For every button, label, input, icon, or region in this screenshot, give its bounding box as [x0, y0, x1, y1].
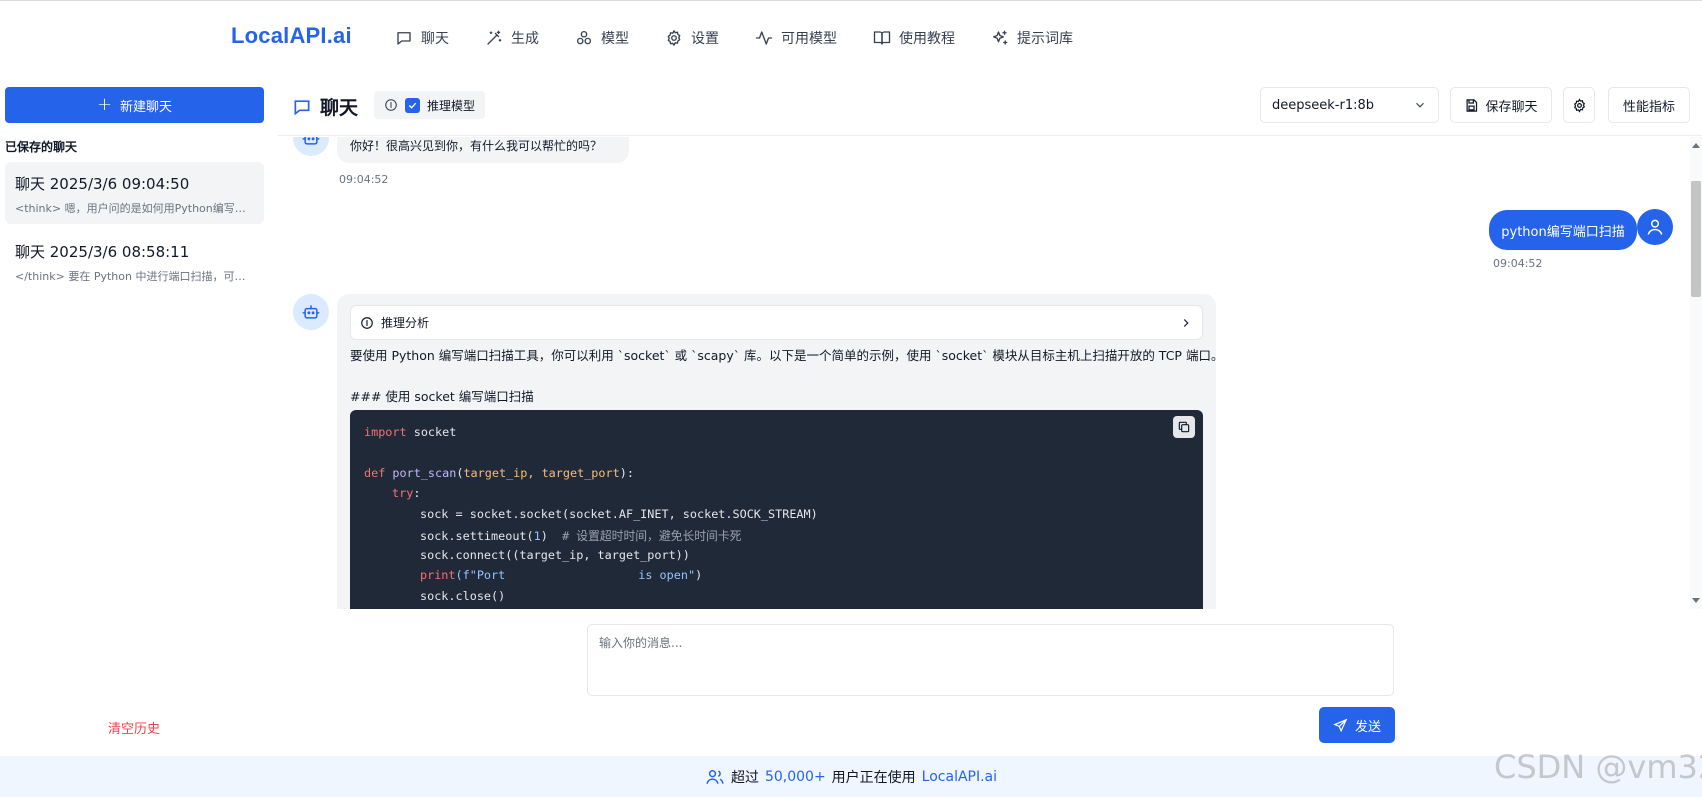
chat-icon [395, 29, 413, 47]
nav-prompt-library[interactable]: 提示词库 [991, 26, 1073, 50]
send-icon [1333, 718, 1348, 733]
bot-avatar [293, 137, 329, 156]
info-icon [384, 98, 398, 112]
nav-chat[interactable]: 聊天 [395, 26, 449, 50]
scroll-up-arrow[interactable] [1692, 143, 1700, 148]
bot-message-bubble: 你好！很高兴见到你，有什么我可以帮忙的吗？ [337, 137, 629, 163]
chat-header: 聊天 推理模型 deepseek-r1:8b 保存聊天 性能指标 [278, 74, 1702, 136]
main-nav: 聊天 生成 模型 设置 可用模型 使用教程 提示词库 [395, 26, 1073, 50]
copy-icon [1177, 420, 1191, 434]
nav-generate[interactable]: 生成 [485, 26, 539, 50]
footer-banner: 超过 50,000+ 用户正在使用 LocalAPI.ai [0, 756, 1702, 797]
saved-chats-heading: 已保存的聊天 [5, 140, 78, 154]
scroll-down-arrow[interactable] [1692, 598, 1700, 603]
save-icon [1464, 98, 1479, 113]
message-list: 你好！很高兴见到你，有什么我可以帮忙的吗？ 09:04:52 python编写端… [278, 137, 1692, 609]
chat-icon [292, 97, 312, 117]
bot-message-text: 你好！很高兴见到你，有什么我可以帮忙的吗？ [350, 139, 603, 153]
model-select[interactable]: deepseek-r1:8b [1260, 87, 1439, 123]
new-chat-button[interactable]: + 新建聊天 [5, 87, 264, 123]
brand-logo[interactable]: LocalAPI.ai [231, 23, 352, 49]
code-line: sock = socket.socket(socket.AF_INET, soc… [420, 507, 818, 521]
activity-icon [755, 29, 773, 47]
nav-models[interactable]: 模型 [575, 26, 629, 50]
book-icon [873, 29, 891, 47]
code-line: import socket [364, 425, 457, 439]
performance-metrics-button[interactable]: 性能指标 [1608, 87, 1690, 123]
nav-available-models[interactable]: 可用模型 [755, 26, 837, 50]
nav-settings[interactable]: 设置 [665, 26, 719, 50]
reasoning-checkbox[interactable] [405, 97, 420, 113]
sparkles-icon [991, 29, 1009, 47]
saved-chat-preview: </think> 要在 Python 中进行端口扫描，可以... [15, 270, 254, 283]
users-icon [705, 767, 725, 787]
message-time: 09:04:52 [339, 173, 389, 186]
chevron-down-icon [1413, 98, 1427, 112]
gear-icon [1572, 97, 1587, 113]
bot-message-bubble: 推理分析 要使用 Python 编写端口扫描工具，你可以利用 `socket` … [337, 294, 1223, 609]
user-message-bubble: python编写端口扫描 [1489, 210, 1637, 250]
code-line: sock.connect((target_ip, target_port)) [420, 548, 690, 562]
nav-tutorial[interactable]: 使用教程 [873, 26, 955, 50]
user-avatar [1637, 209, 1673, 245]
plus-icon: + [96, 94, 113, 115]
code-line: print(f"Port is open") [420, 568, 703, 582]
user-icon [1645, 217, 1665, 237]
code-line: sock.close() [420, 589, 506, 603]
code-line: sock.settimeout(1) # 设置超时时间，避免长时间卡死 [420, 529, 742, 543]
save-chat-button[interactable]: 保存聊天 [1450, 87, 1552, 123]
top-navbar: LocalAPI.ai 聊天 生成 模型 设置 可用模型 使用教程 提示词库 [0, 0, 1702, 74]
saved-chat-title: 聊天 2025/3/6 09:04:50 [15, 175, 190, 193]
chevron-right-icon [1179, 316, 1193, 330]
code-line: def port_scan(target_ip, target_port): [364, 466, 634, 480]
copy-code-button[interactable] [1173, 416, 1195, 438]
send-button[interactable]: 发送 [1319, 707, 1395, 743]
message-input[interactable] [599, 634, 1382, 686]
boxes-icon [575, 29, 593, 47]
sidebar: + 新建聊天 已保存的聊天 聊天 2025/3/6 09:04:50 <thin… [0, 74, 270, 756]
message-composer [587, 624, 1394, 696]
message-scrollbar[interactable] [1690, 137, 1702, 609]
saved-chat-item[interactable]: 聊天 2025/3/6 08:58:11 </think> 要在 Python … [5, 230, 264, 292]
scroll-thumb[interactable] [1691, 181, 1701, 297]
saved-chat-item[interactable]: 聊天 2025/3/6 09:04:50 <think> 嗯，用户问的是如何用P… [5, 162, 264, 224]
info-icon [360, 316, 374, 330]
user-count: 50,000+ [764, 768, 826, 785]
code-block: import socket def port_scan(target_ip, t… [350, 410, 1203, 609]
settings-button[interactable] [1563, 87, 1595, 123]
clear-history-button[interactable]: 清空历史 [108, 718, 160, 737]
wand-icon [485, 29, 503, 47]
message-time: 09:04:52 [1493, 257, 1543, 270]
reasoning-analysis-toggle[interactable]: 推理分析 [350, 305, 1203, 340]
reasoning-model-toggle[interactable]: 推理模型 [374, 91, 486, 119]
bot-avatar [293, 294, 329, 330]
gear-icon [665, 29, 683, 47]
code-line: try: [392, 486, 421, 500]
reply-intro-text: 要使用 Python 编写端口扫描工具，你可以利用 `socket` 或 `sc… [350, 348, 1224, 363]
saved-chat-preview: <think> 嗯，用户问的是如何用Python编写端... [15, 202, 254, 215]
footer-brand-link[interactable]: LocalAPI.ai [922, 769, 997, 785]
reply-heading-text: ### 使用 socket 编写端口扫描 [350, 389, 534, 404]
bot-icon [301, 137, 321, 148]
saved-chat-title: 聊天 2025/3/6 08:58:11 [15, 243, 190, 261]
chat-title: 聊天 [292, 93, 358, 120]
bot-icon [301, 302, 321, 322]
